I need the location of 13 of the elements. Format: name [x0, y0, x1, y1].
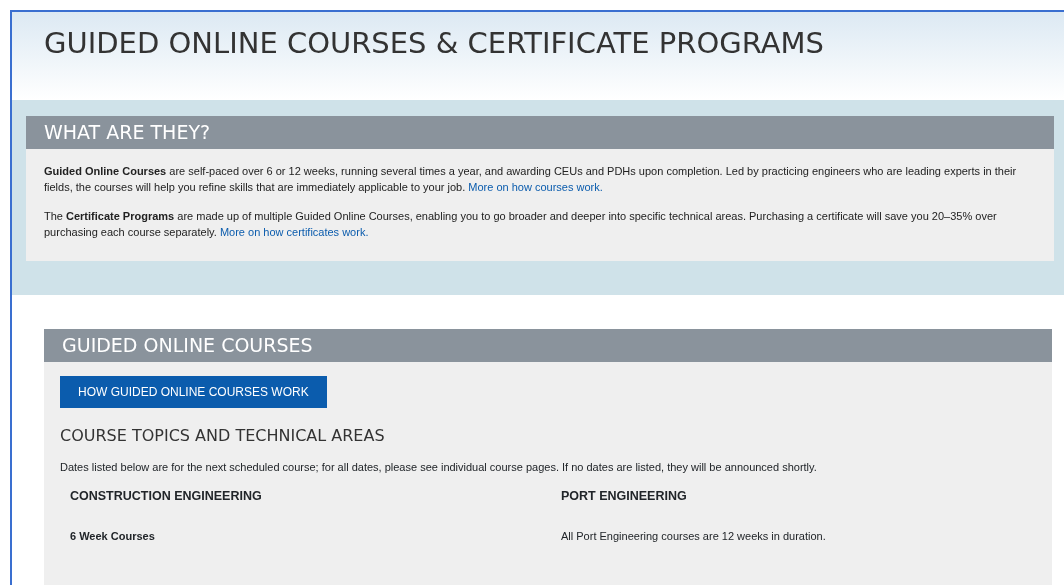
intro-paragraph: Guided Online Courses are self-paced over 6 or 12 weeks, running several times a year, and awarding CEUs and PDHs upon completion. Led by practicing engineers who are leading experts in their fields, the courses will help you refine skills that are immediately applicable to your job. More on how courses work. [44, 163, 1018, 196]
subheading: COURSE TOPICS AND TECHNICAL AREAS [60, 425, 386, 445]
how-courses-work-button[interactable]: HOW GUIDED ONLINE COURSES WORK [60, 375, 327, 408]
duration-note: All Port Engineering courses are 12 weeks in duration. [561, 529, 827, 545]
section-heading: WHAT ARE THEY? [26, 116, 1054, 149]
area-heading: CONSTRUCTION ENGINEERING [70, 489, 263, 505]
duration-heading: 6 Week Courses [70, 529, 156, 545]
section-heading: GUIDED ONLINE COURSES [44, 328, 1052, 362]
dates-note: Dates listed below are for the next scheduled course; for all dates, please see individual course pages. If no dates are listed, they will be announced shortly. [60, 459, 818, 475]
more-link[interactable]: More on how courses work. [468, 181, 603, 194]
area-heading: PORT ENGINEERING [561, 489, 688, 505]
more-link[interactable]: More on how certificates work. [219, 226, 369, 239]
intro-paragraph: The Certificate Programs are made up of multiple Guided Online Courses, enabling you to go broader and deeper into specific technical areas. Purchasing a certificate will save you 20–35% over purchasing each course separately. More on how certificates work. [44, 208, 998, 241]
